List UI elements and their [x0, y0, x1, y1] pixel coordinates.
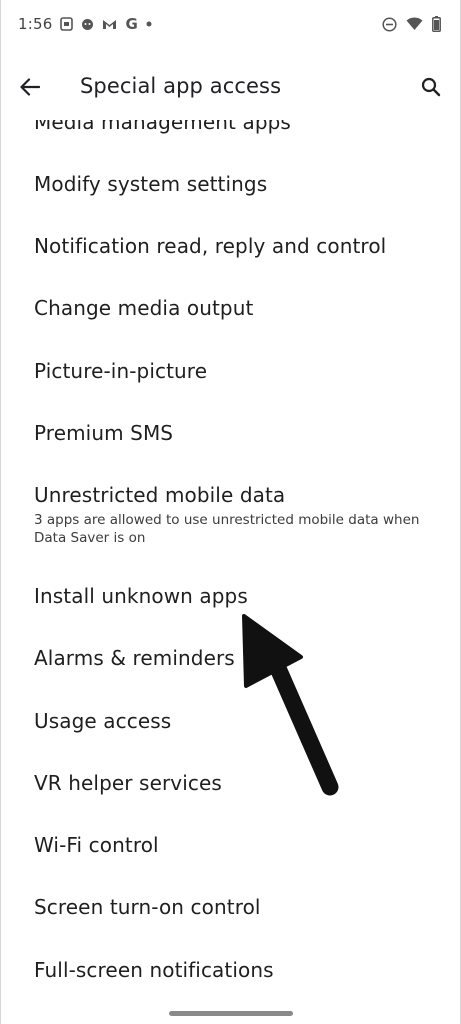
arrow-back-icon: [20, 78, 41, 100]
back-button[interactable]: [14, 73, 46, 105]
list-item-picture-in-picture[interactable]: Picture-in-picture: [0, 347, 461, 407]
list-item-screen-turn-on-control[interactable]: Screen turn-on control: [0, 883, 461, 943]
google-g-icon: G: [125, 15, 138, 33]
list-item-title: Change media output: [34, 296, 254, 320]
screenshot-icon: [60, 17, 74, 31]
search-icon: [421, 77, 441, 101]
notification-dot-icon: [146, 21, 152, 27]
list-item-premium-sms[interactable]: Premium SMS: [0, 409, 461, 469]
list-item-vr-helper-services[interactable]: VR helper services: [0, 759, 461, 819]
list-item-title: Install unknown apps: [34, 584, 248, 608]
status-bar: 1:56 G: [0, 0, 461, 52]
list-item-notification-read-reply-control[interactable]: Notification read, reply and control: [0, 222, 461, 282]
page-title: Special app access: [80, 74, 282, 98]
list-item-unrestricted-mobile-data[interactable]: Unrestricted mobile data 3 apps are allo…: [0, 471, 461, 551]
do-not-disturb-icon: [382, 16, 397, 32]
list-item-change-media-output[interactable]: Change media output: [0, 284, 461, 344]
list-item-title: Premium SMS: [34, 421, 174, 445]
list-item-usage-access[interactable]: Usage access: [0, 697, 461, 757]
status-right-group: [382, 16, 441, 32]
list-item-title: Notification read, reply and control: [34, 234, 387, 258]
list-item-title: Alarms & reminders: [34, 646, 235, 670]
list-item-title: Full-screen notifications: [34, 958, 274, 982]
list-item-summary: 3 apps are allowed to use unrestricted m…: [34, 512, 420, 546]
app-bar: Special app access: [0, 60, 461, 116]
list-item-full-screen-notifications[interactable]: Full-screen notifications: [0, 946, 461, 1006]
list-item-title: Picture-in-picture: [34, 359, 208, 383]
wifi-icon: [406, 17, 423, 31]
list-item-title: Media management apps: [34, 120, 291, 134]
status-time: 1:56: [18, 15, 53, 33]
list-item-title: Modify system settings: [34, 172, 268, 196]
gmail-icon: [102, 18, 117, 30]
list-item-wifi-control[interactable]: Wi-Fi control: [0, 821, 461, 881]
list-item-media-management-apps[interactable]: Media management apps: [0, 120, 461, 158]
status-left-group: 1:56 G: [18, 15, 152, 33]
list-item-alarms-reminders[interactable]: Alarms & reminders: [0, 634, 461, 694]
list-item-title: Screen turn-on control: [34, 895, 261, 919]
chat-bubble-icon: [81, 18, 94, 31]
list-item-title: Wi-Fi control: [34, 833, 159, 857]
list-item-title: Unrestricted mobile data: [34, 483, 286, 507]
list-item-title: VR helper services: [34, 771, 222, 795]
list-item-title: Usage access: [34, 709, 172, 733]
search-button[interactable]: [415, 73, 447, 105]
battery-icon: [432, 16, 441, 32]
list-item-modify-system-settings[interactable]: Modify system settings: [0, 160, 461, 220]
home-indicator[interactable]: [168, 1011, 293, 1016]
list-item-install-unknown-apps[interactable]: Install unknown apps: [0, 572, 461, 632]
special-access-list: Media management apps Modify system sett…: [0, 120, 461, 1024]
